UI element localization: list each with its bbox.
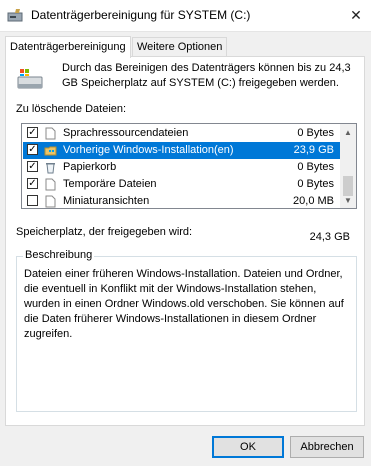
checkbox-checked[interactable]: ✓ [27,178,38,189]
file-size: 0 Bytes [297,178,334,190]
ok-button[interactable]: OK [212,436,284,458]
list-item-temporaere-dateien[interactable]: ✓ Temporäre Dateien 0 Bytes [23,176,341,193]
file-icon [45,178,56,191]
description-group: Beschreibung Dateien einer früheren Wind… [16,249,357,412]
list-item-sprachressourcendateien[interactable]: ✓ Sprachressourcendateien 0 Bytes [23,125,341,142]
tab-panel: Durch das Bereinigen des Datenträgers kö… [5,56,365,426]
list-scrollbar[interactable]: ▲ ▼ [340,124,356,208]
intro-text: Durch das Bereinigen des Datenträgers kö… [62,62,351,89]
list-item-papierkorb[interactable]: ✓ Papierkorb 0 Bytes [23,159,341,176]
space-freed-value: 24,3 GB [309,231,350,243]
description-text: Dateien einer früheren Windows-Installat… [24,268,344,340]
file-size: 0 Bytes [297,127,334,139]
file-icon [45,195,56,208]
list-item-previous-windows-installation[interactable]: ✓ Vorherige Windows-Installation(en) 23,… [23,142,341,159]
space-freed-label: Speicherplatz, der freigegeben wird: [16,226,193,238]
files-to-delete-label: Zu löschende Dateien: [16,103,127,115]
description-title: Beschreibung [23,249,95,261]
scroll-up-arrow-icon[interactable]: ▲ [340,124,356,140]
title-bar: Datenträgerbereinigung für SYSTEM (C:) ✕ [0,0,371,32]
tab-disk-cleanup[interactable]: Datenträgerbereinigung [5,36,131,58]
file-name: Miniaturansichten [63,195,150,207]
file-name: Vorherige Windows-Installation(en) [63,144,234,156]
files-listbox[interactable]: ✓ Sprachressourcendateien 0 Bytes ✓ Vorh… [21,123,357,209]
file-name: Temporäre Dateien [63,178,157,190]
file-size: 0 Bytes [297,161,334,173]
tab-more-options[interactable]: Weitere Optionen [132,37,228,57]
checkbox-unchecked[interactable] [27,195,38,206]
file-icon [45,127,56,140]
windows-folder-icon [44,146,57,156]
file-size: 23,9 GB [293,144,334,156]
scroll-down-arrow-icon[interactable]: ▼ [340,192,356,208]
cancel-button[interactable]: Abbrechen [290,436,364,458]
file-size: 20,0 MB [293,195,334,207]
checkbox-checked[interactable]: ✓ [27,144,38,155]
file-name: Papierkorb [63,161,117,173]
drive-icon [17,69,43,89]
file-name: Sprachressourcendateien [63,127,189,139]
recycle-bin-icon [46,163,55,174]
list-item-miniaturansichten[interactable]: Miniaturansichten 20,0 MB [23,193,341,208]
checkbox-checked[interactable]: ✓ [27,127,38,138]
close-icon[interactable]: ✕ [341,0,371,31]
window-title: Datenträgerbereinigung für SYSTEM (C:) [31,8,251,22]
disk-cleanup-app-icon [7,9,23,22]
checkbox-checked[interactable]: ✓ [27,161,38,172]
